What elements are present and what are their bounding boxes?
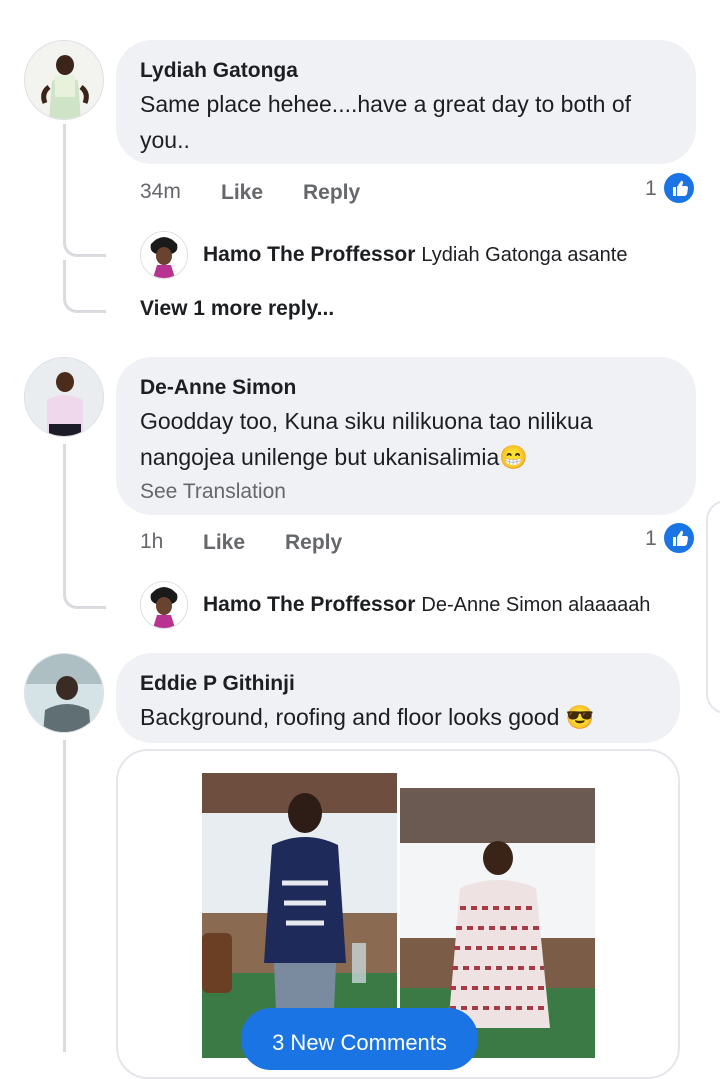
thread-line: [63, 740, 66, 1052]
sunglasses-emoji-icon: 😎: [565, 704, 595, 730]
reply-button[interactable]: Reply: [285, 531, 342, 555]
grin-emoji-icon: 😁: [499, 444, 528, 470]
like-button[interactable]: Like: [203, 531, 245, 555]
reply-author[interactable]: Hamo The Proffessor: [203, 593, 415, 616]
comment-text: Same place hehee....have a great day to …: [140, 91, 632, 153]
reply-line: Hamo The Proffessor Lydiah Gatonga asante: [203, 243, 627, 267]
thread-line: [63, 444, 66, 584]
avatar[interactable]: [24, 653, 104, 733]
comment-text-line: Goodday too, Kuna siku nilikuona tao nil…: [140, 408, 593, 434]
see-translation-link[interactable]: See Translation: [140, 477, 672, 507]
like-count[interactable]: 1: [645, 177, 657, 201]
avatar[interactable]: [140, 581, 188, 629]
comment-author[interactable]: Lydiah Gatonga: [140, 56, 672, 86]
thumbs-up-icon: [662, 521, 696, 555]
side-scroll-handle[interactable]: [706, 500, 720, 714]
avatar[interactable]: [140, 231, 188, 279]
reply-text: De-Anne Simon alaaaaah: [421, 594, 651, 616]
thread-branch: [63, 570, 106, 609]
comment-text-line: nangojea unilenge but ukanisalimia😁: [140, 439, 672, 475]
thread-branch: [63, 260, 106, 313]
comment-text: Background, roofing and floor looks good: [140, 704, 560, 730]
comment-author[interactable]: Eddie P Githinji: [140, 669, 656, 699]
reply-text: Lydiah Gatonga asante: [421, 244, 628, 266]
comment-text-line2: nangojea unilenge but ukanisalimia: [140, 444, 500, 470]
comment-author[interactable]: De-Anne Simon: [140, 373, 672, 403]
thumbs-up-icon: [662, 171, 696, 205]
like-count[interactable]: 1: [645, 527, 657, 551]
comment-text-line: Background, roofing and floor looks good…: [140, 699, 656, 735]
like-button[interactable]: Like: [221, 181, 263, 205]
reply-author[interactable]: Hamo The Proffessor: [203, 243, 415, 266]
avatar[interactable]: [24, 357, 104, 437]
avatar[interactable]: [24, 40, 104, 120]
comment-time[interactable]: 1h: [140, 530, 163, 554]
new-comments-button[interactable]: 3 New Comments: [241, 1008, 478, 1070]
comment-bubble[interactable]: Lydiah Gatonga Same place hehee....have …: [116, 40, 696, 164]
reply-button[interactable]: Reply: [303, 181, 360, 205]
reply-line: Hamo The Proffessor De-Anne Simon alaaaaa…: [203, 593, 650, 617]
thread-branch: [63, 226, 106, 257]
view-more-replies-link[interactable]: View 1 more reply...: [140, 297, 334, 321]
comment-time[interactable]: 34m: [140, 180, 181, 204]
comment-bubble[interactable]: Eddie P Githinji Background, roofing and…: [116, 653, 680, 743]
comment-bubble[interactable]: De-Anne Simon Goodday too, Kuna siku nil…: [116, 357, 696, 515]
